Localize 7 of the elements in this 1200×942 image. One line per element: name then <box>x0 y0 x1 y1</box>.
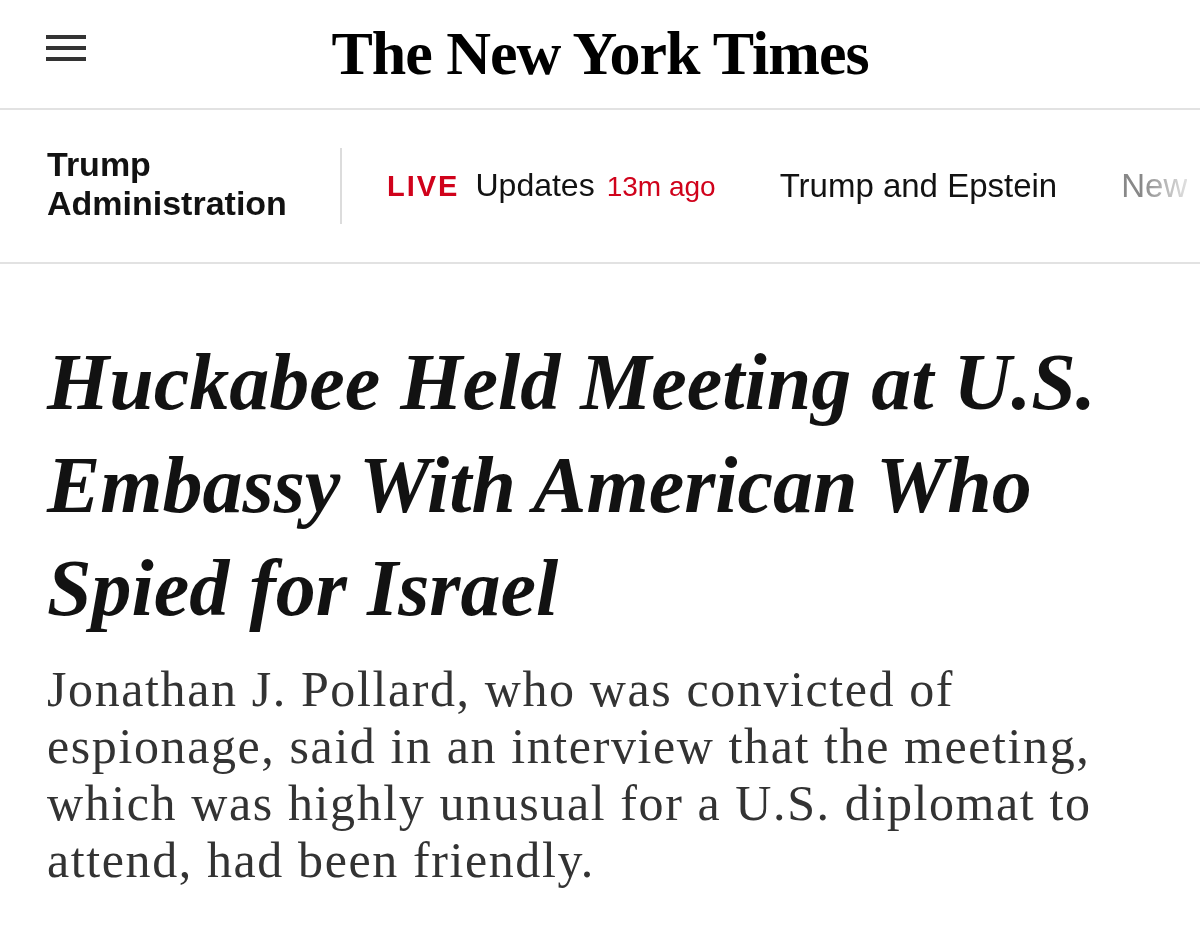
menu-icon[interactable] <box>46 35 86 61</box>
summary-text: Jonathan J. Pollard, who was convicted of espionage, said in an interview that the meeting, which was highly unusual for a U.S. diplomat to attend, had been friendly. <box>47 661 1093 889</box>
nav-link[interactable]: Trump and Epstein <box>779 166 1058 206</box>
live-updates-link[interactable]: LIVE Updates 13m ago <box>387 165 716 207</box>
section-title-link[interactable]: Trump Administration <box>47 145 317 223</box>
masthead-logo[interactable]: The New York Times <box>331 18 869 88</box>
headline: Huckabee Held Meeting at U.S. Embassy With American Who Spied for Israel <box>47 337 1097 634</box>
